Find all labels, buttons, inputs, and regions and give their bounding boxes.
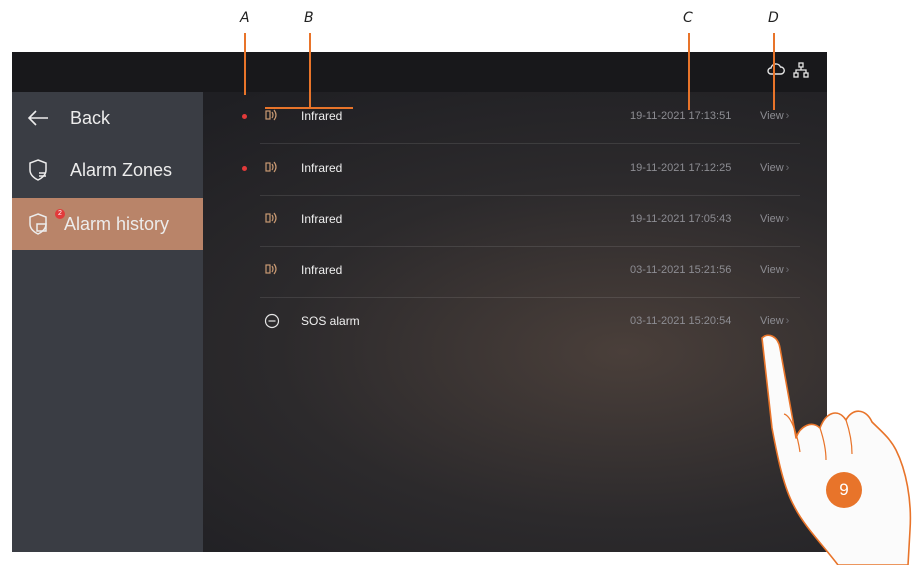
infrared-sensor-icon: [264, 262, 280, 281]
alarm-row[interactable]: SOS alarm 03-11-2021 15:20:54 View: [260, 297, 800, 348]
sos-icon: [264, 313, 280, 334]
alarm-type: Infrared: [301, 109, 343, 123]
callout-d: D: [768, 10, 779, 26]
view-link[interactable]: View: [760, 162, 789, 174]
alarm-type: Infrared: [301, 161, 343, 175]
device-screen: Back Alarm Zones 2 Alarm history Infrare…: [12, 52, 827, 552]
infrared-sensor-icon: [264, 160, 280, 179]
alarm-row[interactable]: Infrared 03-11-2021 15:21:56 View: [260, 246, 800, 298]
cloud-icon: [767, 62, 785, 78]
alarm-time: 19-11-2021 17:05:43: [630, 213, 732, 225]
callout-b: B: [304, 10, 314, 26]
view-link[interactable]: View: [760, 264, 789, 276]
callout-bracket-b: [265, 107, 353, 109]
callout-line-b: [309, 33, 311, 108]
step-number-badge: 9: [826, 472, 862, 508]
infrared-sensor-icon: [264, 108, 280, 127]
sidebar-item-label: Alarm Zones: [70, 159, 173, 180]
alarm-row[interactable]: Infrared 19-11-2021 17:12:25 View: [242, 144, 800, 196]
callout-line-c: [688, 33, 690, 110]
unread-dot: [242, 114, 247, 119]
arrow-left-icon: [16, 110, 60, 126]
alarm-time: 19-11-2021 17:13:51: [630, 110, 732, 122]
alarm-type: SOS alarm: [301, 314, 360, 328]
alarm-time: 03-11-2021 15:21:56: [630, 264, 732, 276]
unread-dot: [242, 166, 247, 171]
view-link[interactable]: View: [760, 213, 789, 225]
alarm-row[interactable]: Infrared 19-11-2021 17:05:43 View: [260, 195, 800, 247]
shield-zones-icon: [16, 158, 60, 182]
network-icon: [793, 62, 809, 78]
notification-badge: 2: [55, 209, 65, 219]
callout-line-d: [773, 33, 775, 110]
alarm-time: 19-11-2021 17:12:25: [630, 162, 732, 174]
infrared-sensor-icon: [264, 211, 280, 230]
view-link[interactable]: View: [760, 315, 789, 327]
back-label: Back: [70, 107, 111, 128]
pointing-hand-illustration: [740, 330, 920, 570]
alarm-time: 03-11-2021 15:20:54: [630, 315, 732, 327]
callout-a: A: [240, 10, 250, 26]
back-button[interactable]: Back: [12, 92, 203, 144]
callout-line-a: [244, 33, 246, 95]
sidebar-item-label: Alarm history: [64, 213, 170, 234]
alarm-type: Infrared: [301, 212, 343, 226]
callout-c: C: [683, 10, 693, 26]
alarm-row[interactable]: Infrared 19-11-2021 17:13:51 View: [242, 92, 800, 144]
sidebar-item-alarm-history[interactable]: 2 Alarm history: [12, 198, 203, 250]
status-bar: [12, 52, 827, 92]
shield-history-icon: [16, 212, 60, 236]
view-link[interactable]: View: [760, 110, 789, 122]
alarm-history-list: Infrared 19-11-2021 17:13:51 View Infrar…: [204, 92, 827, 552]
alarm-type: Infrared: [301, 263, 343, 277]
sidebar: Back Alarm Zones 2 Alarm history: [12, 92, 203, 552]
sidebar-item-alarm-zones[interactable]: Alarm Zones: [12, 144, 203, 196]
